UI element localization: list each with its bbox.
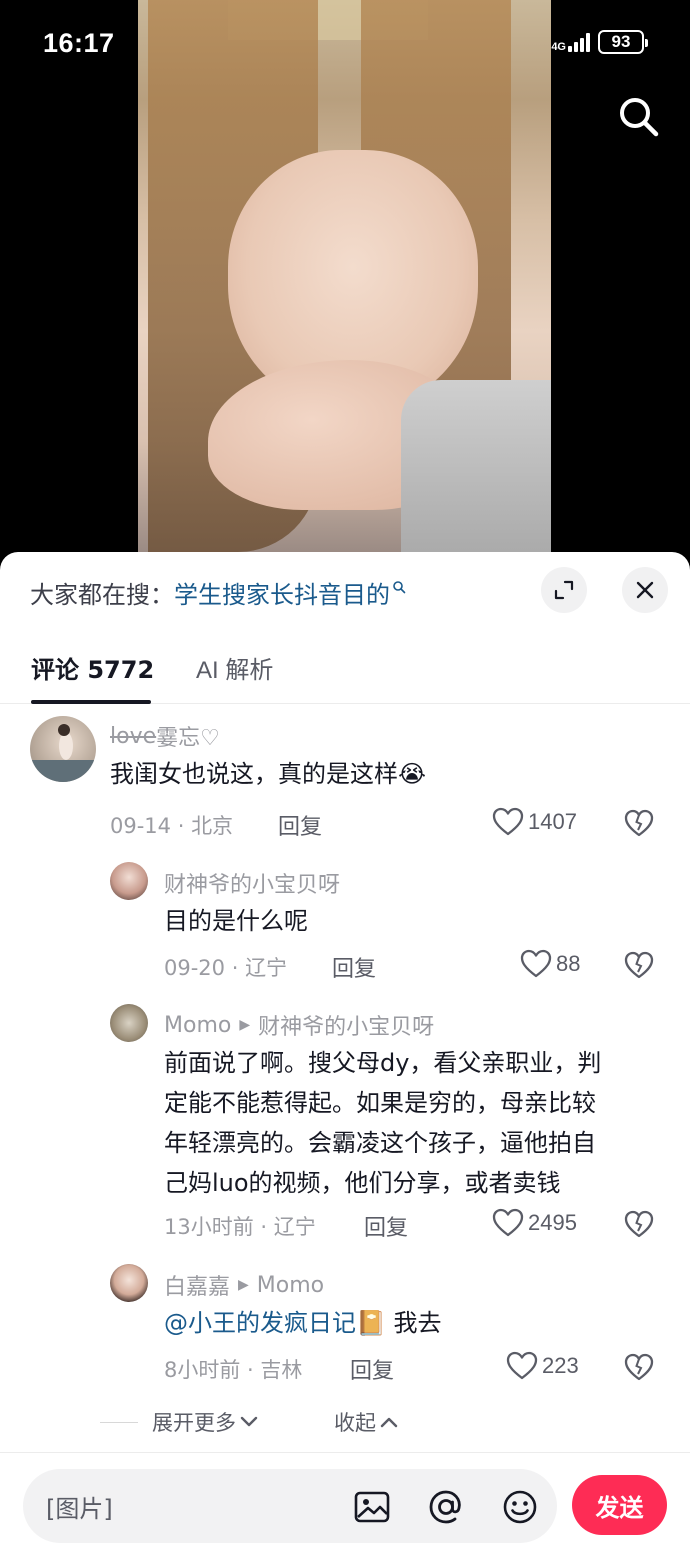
send-button[interactable]: 发送 — [572, 1475, 667, 1535]
like-count: 88 — [556, 951, 581, 976]
reply-arrow-icon: ▶ — [239, 1017, 251, 1033]
chevron-up-icon — [380, 1417, 398, 1428]
notebook-emoji: 📔 — [356, 1309, 386, 1337]
signal-icon: 4G — [551, 32, 590, 53]
battery-level: 93 — [611, 32, 631, 51]
like-button[interactable]: 1407 — [492, 807, 577, 837]
expand-more-button[interactable]: 展开更多 — [152, 1407, 258, 1437]
like-count: 2495 — [528, 1210, 577, 1235]
comment-meta: 09-14 · 北京 — [110, 814, 234, 838]
status-time: 16:17 — [43, 28, 115, 58]
comment-meta: 13小时前 · 辽宁 — [164, 1215, 316, 1239]
like-button[interactable]: 2495 — [492, 1208, 577, 1238]
comment-username[interactable]: love 霎忘♡ — [110, 720, 220, 752]
status-bar: 16:17 4G 93 — [0, 0, 690, 84]
at-icon[interactable] — [427, 1488, 465, 1526]
emoji-icon[interactable] — [501, 1488, 539, 1526]
reply-arrow-icon: ▶ — [238, 1277, 249, 1293]
hot-search-prefix: 大家都在搜： — [30, 580, 174, 609]
tab-comments[interactable]: 评论 5772 — [31, 650, 154, 685]
like-count: 1407 — [528, 809, 577, 834]
avatar[interactable] — [110, 1264, 148, 1302]
heart-icon — [492, 1208, 524, 1237]
image-icon[interactable] — [353, 1488, 391, 1526]
reply-button[interactable]: 回复 — [350, 1353, 394, 1385]
heart-icon — [506, 1351, 538, 1380]
dislike-icon[interactable] — [624, 950, 654, 980]
dislike-icon[interactable] — [624, 808, 654, 838]
active-tab-indicator — [31, 700, 151, 704]
reply-button[interactable]: 回复 — [278, 809, 322, 841]
comment-sheet: 大家都在搜： 学生搜家长抖音目的 评论 5772 AI 解析 love 霎忘♡ — [0, 552, 690, 1557]
like-count: 223 — [542, 1353, 579, 1378]
input-placeholder: [图片] — [46, 1495, 113, 1523]
reply-button[interactable]: 回复 — [364, 1210, 408, 1242]
close-icon[interactable] — [622, 567, 668, 613]
avatar[interactable] — [30, 716, 96, 782]
search-small-icon — [393, 581, 406, 594]
comment-text: 目的是什么呢 — [164, 907, 308, 935]
comment-username[interactable]: Momo ▶ 财神爷的小宝贝呀 — [164, 1009, 434, 1041]
reply-item: 白嘉嘉 ▶ Momo @小王的发疯日记📔 我去 8小时前 · 吉林 回复 223 — [0, 1257, 690, 1397]
dislike-icon[interactable] — [624, 1352, 654, 1382]
comment-text: 前面说了啊。搜父母dy，看父亲职业，判 定能不能惹得起。如果是穷的，母亲比较 年… — [164, 1049, 602, 1197]
reply-item: Momo ▶ 财神爷的小宝贝呀 前面说了啊。搜父母dy，看父亲职业，判 定能不能惹得… — [0, 997, 690, 1247]
reply-target[interactable]: 财神爷的小宝贝呀 — [258, 1009, 434, 1041]
comment-input-bar: [图片] 发送 — [0, 1452, 690, 1557]
expand-icon[interactable] — [541, 567, 587, 613]
comment-meta: 8小时前 · 吉林 — [164, 1358, 303, 1382]
reply-target[interactable]: Momo — [257, 1273, 324, 1298]
reply-item: 财神爷的小宝贝呀 目的是什么呢 09-20 · 辽宁 回复 88 — [0, 855, 690, 985]
like-button[interactable]: 88 — [520, 949, 580, 979]
heart-icon — [520, 949, 552, 978]
comment-input[interactable]: [图片] — [23, 1469, 557, 1543]
hot-search-bar[interactable]: 大家都在搜： 学生搜家长抖音目的 — [30, 574, 406, 610]
reply-button[interactable]: 回复 — [332, 951, 376, 983]
tab-ai-analysis[interactable]: AI 解析 — [196, 650, 273, 685]
hot-search-term[interactable]: 学生搜家长抖音目的 — [174, 575, 390, 610]
comment-username[interactable]: 财神爷的小宝贝呀 — [164, 867, 340, 899]
comment-text: 我闺女也说这，真的是这样😭 — [110, 760, 427, 788]
dislike-icon[interactable] — [624, 1209, 654, 1239]
comment-tabs: 评论 5772 AI 解析 — [0, 644, 690, 704]
search-icon[interactable] — [616, 94, 662, 140]
comment-meta: 09-20 · 辽宁 — [164, 956, 288, 980]
network-label: 4G — [551, 41, 566, 53]
crying-emoji: 😭 — [398, 760, 427, 788]
like-button[interactable]: 223 — [506, 1351, 579, 1381]
replies-control: 展开更多 收起 — [0, 1407, 690, 1439]
comment-item: love 霎忘♡ 我闺女也说这，真的是这样😭 09-14 · 北京 回复 140… — [0, 712, 690, 852]
divider — [100, 1422, 138, 1423]
battery-icon: 93 — [598, 30, 648, 54]
collapse-button[interactable]: 收起 — [334, 1407, 398, 1437]
mention-link[interactable]: @小王的发疯日记 — [164, 1309, 356, 1337]
avatar[interactable] — [110, 1004, 148, 1042]
heart-icon — [492, 807, 524, 836]
status-indicators: 4G 93 — [551, 30, 648, 54]
comment-username[interactable]: 白嘉嘉 ▶ Momo — [164, 1269, 324, 1301]
comment-text: @小王的发疯日记📔 我去 — [164, 1309, 442, 1337]
avatar[interactable] — [110, 862, 148, 900]
chevron-down-icon — [240, 1416, 258, 1427]
